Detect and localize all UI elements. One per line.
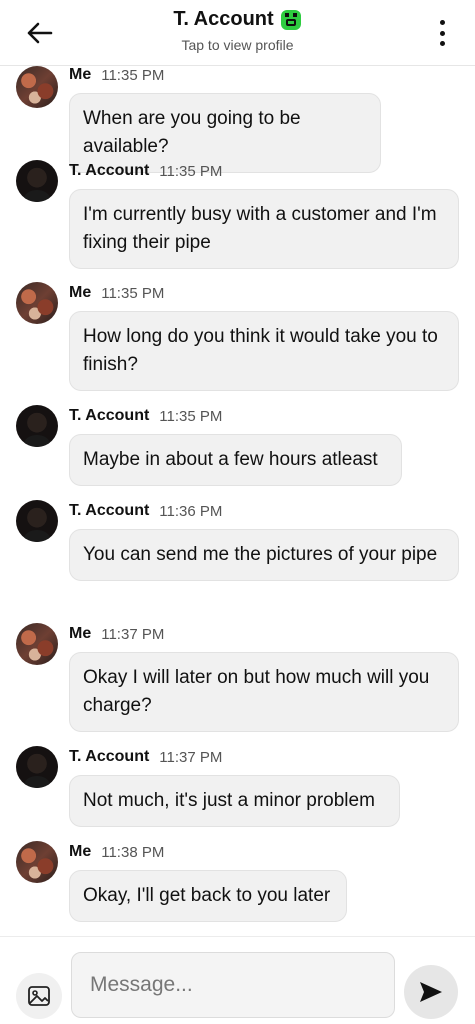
sender-name: Me	[69, 843, 92, 860]
green-alien-emoji-icon	[280, 9, 301, 30]
message-bubble[interactable]: Not much, it's just a minor problem	[69, 775, 400, 827]
message-bubble[interactable]: I'm currently busy with a customer and I…	[69, 189, 459, 269]
message-time: 11:35 PM	[159, 162, 223, 180]
avatar[interactable]	[16, 405, 58, 447]
message-list[interactable]: Me 11:35 PM When are you going to be ava…	[0, 66, 475, 936]
image-icon	[28, 986, 50, 1006]
send-button[interactable]	[404, 965, 458, 1019]
message-time: 11:38 PM	[101, 843, 165, 861]
sender-name: Me	[69, 66, 92, 83]
chat-title: T. Account	[173, 8, 274, 30]
message-input[interactable]	[71, 952, 395, 1018]
message-bubble[interactable]: Okay, I'll get back to you later	[69, 870, 347, 922]
avatar[interactable]	[16, 623, 58, 665]
message-time: 11:35 PM	[159, 407, 223, 425]
avatar[interactable]	[16, 160, 58, 202]
message-bubble[interactable]: Maybe in about a few hours atleast	[69, 434, 402, 486]
message-time: 11:35 PM	[101, 284, 165, 302]
sender-name: T. Account	[69, 407, 150, 424]
avatar[interactable]	[16, 282, 58, 324]
sender-name: T. Account	[69, 162, 150, 179]
more-options-button[interactable]	[435, 18, 449, 48]
avatar[interactable]	[16, 66, 58, 108]
more-vertical-icon	[439, 20, 445, 25]
sender-name: T. Account	[69, 748, 150, 765]
message-bubble[interactable]: How long do you think it would take you …	[69, 311, 459, 391]
message-time: 11:35 PM	[101, 66, 165, 84]
profile-link[interactable]: T. Account Tap to view profile	[0, 8, 475, 53]
sender-name: Me	[69, 625, 92, 642]
gallery-button[interactable]	[16, 973, 62, 1019]
avatar[interactable]	[16, 841, 58, 883]
message-bubble[interactable]: You can send me the pictures of your pip…	[69, 529, 459, 581]
message-time: 11:37 PM	[159, 748, 223, 766]
message-bubble[interactable]: Okay I will later on but how much will y…	[69, 652, 459, 732]
sender-name: T. Account	[69, 502, 150, 519]
message-time: 11:37 PM	[101, 625, 165, 643]
chat-header: T. Account Tap to view profile	[0, 0, 475, 66]
sender-name: Me	[69, 284, 92, 301]
message-composer	[0, 936, 475, 1024]
avatar[interactable]	[16, 500, 58, 542]
avatar[interactable]	[16, 746, 58, 788]
send-icon	[420, 982, 442, 1002]
profile-subtitle: Tap to view profile	[181, 37, 294, 53]
message-time: 11:36 PM	[159, 502, 223, 520]
